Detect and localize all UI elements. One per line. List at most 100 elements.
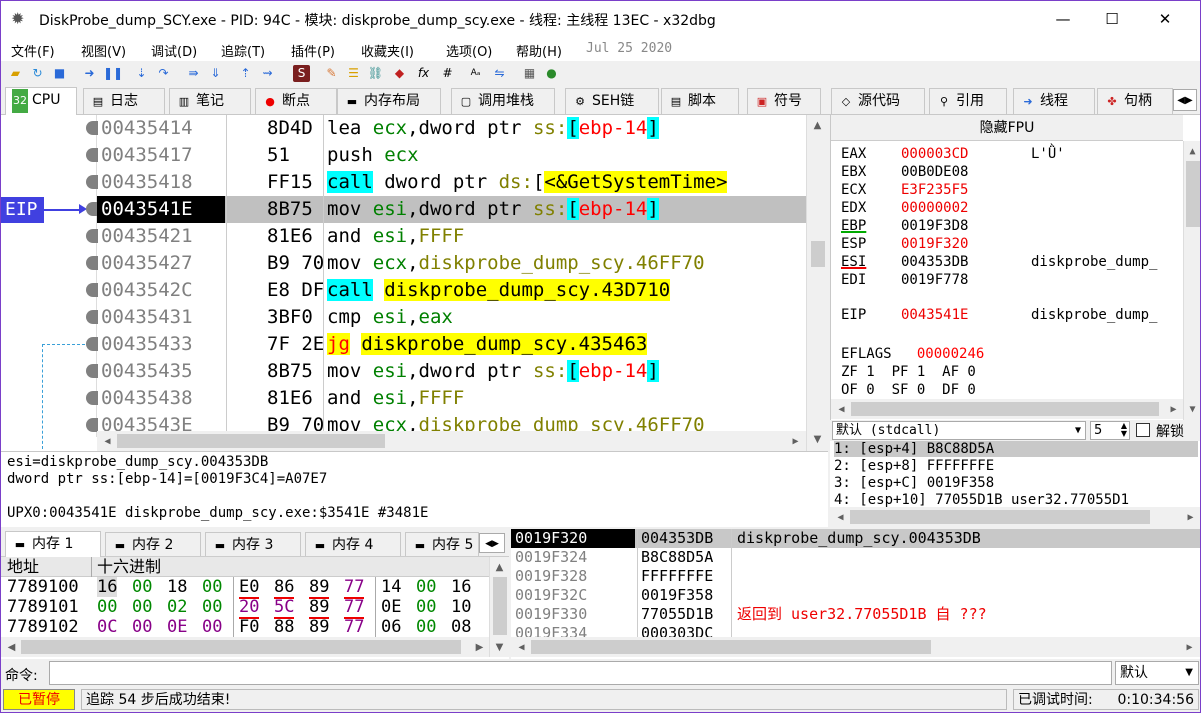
run-to-user-code-icon[interactable]: ⇝ [259, 65, 276, 82]
pause-icon[interactable]: ❚❚ [103, 65, 123, 82]
tab-dump-1[interactable]: ▬ 内存 1 [5, 531, 101, 557]
disasm-row[interactable]: 0043541E 8B75 mov esi,dword ptr ss:[ebp-14… [97, 196, 806, 223]
menu-debug[interactable]: 调试(D) [151, 41, 197, 60]
dump-hscroll[interactable]: ◀ ▶ [1, 637, 489, 657]
stack-row[interactable]: 0019F328 FFFFFFFE [511, 567, 1200, 586]
step-over-icon[interactable]: ↷ [155, 65, 172, 82]
run-icon[interactable]: ➜ [81, 65, 98, 82]
step-into-icon[interactable]: ⇣ [133, 65, 150, 82]
dump-row[interactable]: 7789102 0C 00 0E 00 F0 88 89 77 06 00 08 [1, 617, 489, 637]
tab-dump-2[interactable]: ▬ 内存 2 [105, 532, 201, 556]
tab-call-stack[interactable]: ▢ 调用堆栈 [451, 88, 555, 114]
arg-row[interactable]: 1: [esp+4] B8C88D5A [834, 441, 1198, 457]
functions-icon[interactable]: fx [415, 65, 432, 82]
maximize-button[interactable]: ☐ [1089, 1, 1135, 37]
register-eip[interactable]: EIP 0043541E diskprobe_dump_ [841, 306, 1157, 324]
tab-dump-4[interactable]: ▬ 内存 4 [305, 532, 401, 556]
arg-row[interactable]: 2: [esp+8] FFFFFFFE [834, 458, 1198, 474]
arguments-pane[interactable]: 1: [esp+4] B8C88D5A 2: [esp+8] FFFFFFFE 3:… [830, 441, 1200, 527]
disasm-row[interactable]: 00435438 81E6 and esi,FFFF [97, 385, 806, 412]
patch-icon[interactable]: ✎ [323, 65, 340, 82]
tab-seh[interactable]: ⚙ SEH链 [565, 88, 659, 114]
tab-scroll-arrows[interactable]: ◀▶ [1173, 89, 1197, 111]
tab-dump-5[interactable]: ▬ 内存 5 [405, 532, 479, 556]
execute-till-return-icon[interactable]: ⇡ [237, 65, 254, 82]
tab-dump-3[interactable]: ▬ 内存 3 [205, 532, 301, 556]
disasm-row[interactable]: 00435435 8B75 mov esi,dword ptr ss:[ebp-14… [97, 358, 806, 385]
tab-threads[interactable]: ➜ 线程 [1013, 88, 1095, 114]
menu-view[interactable]: 视图(V) [81, 41, 126, 60]
globe-icon[interactable]: ● [543, 65, 560, 82]
comments-icon[interactable]: ☰ [345, 65, 362, 82]
menu-plugins[interactable]: 插件(P) [291, 41, 335, 60]
tab-source[interactable]: ◇ 源代码 [831, 88, 925, 114]
register-eax[interactable]: EAX 000003CD L'Ǜ' [841, 145, 1065, 163]
tab-handles[interactable]: ✤ 句柄 [1097, 88, 1173, 114]
tab-notes[interactable]: ▥ 笔记 [169, 88, 251, 114]
tab-symbols[interactable]: ▣ 符号 [747, 88, 821, 114]
stack-row[interactable]: 0019F32C 0019F358 [511, 586, 1200, 605]
strings-icon[interactable]: ⇋ [491, 65, 508, 82]
disasm-row[interactable]: 00435421 81E6 and esi,FFFF [97, 223, 806, 250]
arg-row[interactable]: 3: [esp+C] 0019F358 [834, 475, 1198, 491]
bookmarks-icon[interactable]: ◆ [391, 65, 408, 82]
stack-row[interactable]: 0019F320 004353DB diskprobe_dump_scy.00435… [511, 529, 1200, 548]
register-edi[interactable]: EDI 0019F778 [841, 271, 1031, 289]
arg-count-spinner[interactable]: 5 ▲ ▼ [1090, 421, 1130, 440]
menu-favourites[interactable]: 收藏夹(I) [361, 41, 414, 60]
eflags-value[interactable]: 00000246 [917, 346, 984, 362]
command-input[interactable] [49, 661, 1112, 685]
restart-icon[interactable]: ↻ [29, 65, 46, 82]
calculator-icon[interactable]: ▦ [521, 65, 538, 82]
regs-hscroll[interactable]: ◀ ▶ [831, 399, 1183, 419]
dump-tab-scroll[interactable]: ◀▶ [479, 533, 505, 553]
disasm-row[interactable]: 0043542C E8 DF call diskprobe_dump_scy.43D… [97, 277, 806, 304]
stack-pane[interactable]: 0019F320 004353DB diskprobe_dump_scy.00435… [511, 529, 1200, 659]
stop-icon[interactable]: ■ [51, 65, 68, 82]
tab-memory-map[interactable]: ▬ 内存布局 [337, 88, 441, 114]
menu-file[interactable]: 文件(F) [11, 41, 55, 60]
disasm-row[interactable]: 00435417 51 push ecx [97, 142, 806, 169]
scylla-icon[interactable]: S [293, 65, 310, 82]
disasm-row[interactable]: 00435433 7F 2E jg diskprobe_dump_scy.43546… [97, 331, 806, 358]
unlock-checkbox[interactable] [1136, 423, 1150, 437]
stack-row[interactable]: 0019F330 77055D1B 返回到 user32.77055D1B 自 ??… [511, 605, 1200, 624]
tab-log[interactable]: ▤ 日志 [83, 88, 165, 114]
close-button[interactable]: ✕ [1142, 1, 1188, 37]
register-ebx[interactable]: EBX 00B0DE08 [841, 163, 1031, 181]
disasm-row[interactable]: 00435427 B9 70 mov ecx,diskprobe_dump_scy.… [97, 250, 806, 277]
tab-references[interactable]: ⚲ 引用 [929, 88, 1007, 114]
labels-icon[interactable]: ⛓ [367, 65, 384, 82]
callconv-select[interactable]: 默认 (stdcall) ▼ [832, 421, 1086, 440]
regs-vscroll[interactable]: ▲ ▼ [1183, 141, 1200, 420]
register-ecx[interactable]: ECX E3F235F5 [841, 181, 1031, 199]
tab-script[interactable]: ▤ 脚本 [661, 88, 739, 114]
args-hscroll[interactable]: ◀ ▶ [830, 507, 1200, 527]
menu-help[interactable]: 帮助(H) [516, 41, 562, 60]
hash-icon[interactable]: # [439, 65, 456, 82]
arg-row[interactable]: 4: [esp+10] 77055D1B user32.77055D1 [834, 492, 1198, 508]
tab-breakpoints[interactable]: ● 断点 [255, 88, 337, 114]
trace-into-icon[interactable]: ⇛ [185, 65, 202, 82]
command-type-select[interactable]: 默认 ▼ [1115, 661, 1199, 685]
disasm-row[interactable]: 00435431 3BF0 cmp esi,eax [97, 304, 806, 331]
register-esi[interactable]: ESI 004353DB diskprobe_dump_ [841, 253, 1157, 271]
menu-trace[interactable]: 追踪(T) [221, 41, 265, 60]
register-ebp[interactable]: EBP 0019F3D8 [841, 217, 1031, 235]
register-esp[interactable]: ESP 0019F320 [841, 235, 1031, 253]
open-icon[interactable]: ▰ [7, 65, 24, 82]
tab-cpu[interactable]: 32 CPU [5, 87, 77, 115]
register-edx[interactable]: EDX 00000002 [841, 199, 1031, 217]
stack-hscroll[interactable]: ◀ ▶ [511, 637, 1200, 657]
disasm-row[interactable]: 00435418 FF15 call dword ptr ds:[<&GetSyst… [97, 169, 806, 196]
disasm-row[interactable]: 00435414 8D4D lea ecx,dword ptr ss:[ebp-14… [97, 115, 806, 142]
hide-fpu-button[interactable]: 隐藏FPU [831, 115, 1183, 141]
menu-options[interactable]: 选项(O) [446, 41, 492, 60]
trace-over-icon[interactable]: ⇓ [207, 65, 224, 82]
disasm-vscroll[interactable]: ▲ ▼ [806, 115, 828, 451]
dump-row[interactable]: 7789101 00 00 02 00 20 5C 89 77 0E 00 10 [1, 597, 489, 619]
dump-row[interactable]: 7789100 16 00 18 00 E0 86 89 77 14 00 16 [1, 577, 489, 599]
disassembly-pane[interactable]: EIP 00435414 8D4D lea ecx,dword ptr ss:[eb… [1, 115, 806, 451]
font-icon[interactable]: Aₐ [467, 65, 484, 82]
minimize-button[interactable]: — [1040, 1, 1086, 37]
